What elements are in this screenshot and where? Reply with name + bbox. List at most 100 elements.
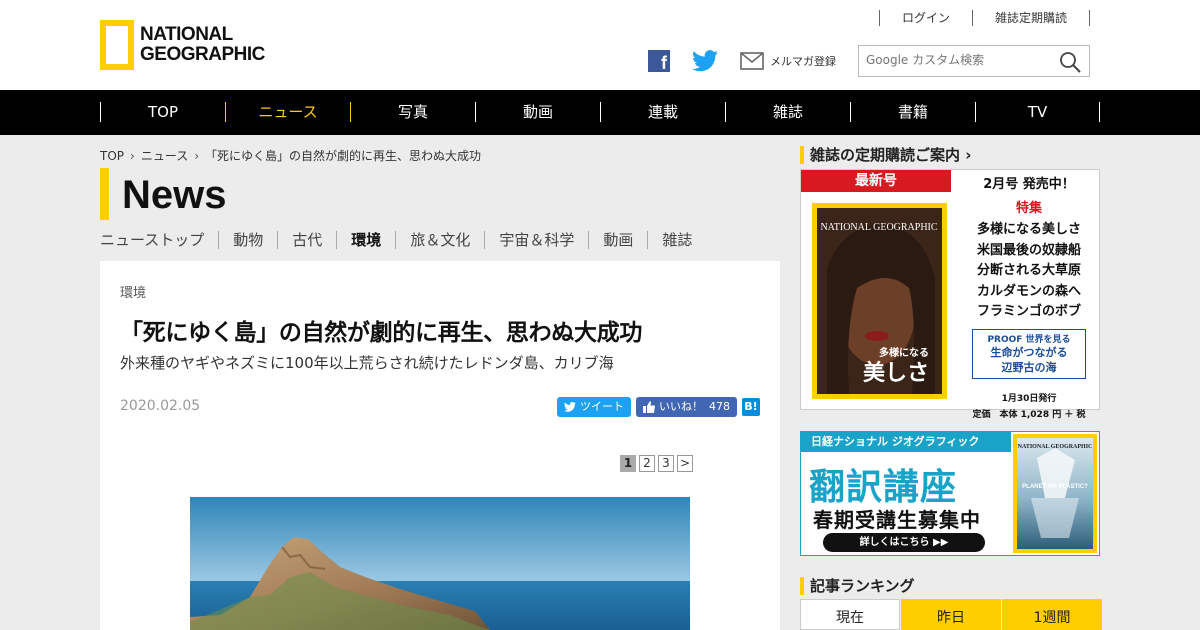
facebook-like-button[interactable]: いいね！ 478 [636,397,737,417]
story-4: カルダモンの森へ [976,283,1081,299]
subnav-travel-culture[interactable]: 旅＆文化 [395,231,484,249]
login-link[interactable]: ログイン [878,10,972,26]
search-input[interactable] [866,46,1056,74]
social-links: f メルマガ登録 [648,50,836,73]
nav-item-series[interactable]: 連載 [600,102,725,122]
translation-course-ad[interactable]: 日経ナショナル ジオグラフィック 翻訳講座 春期受講生募集中 詳しくはこちら ▶… [800,431,1100,556]
proof-line-1: PROOF 世界を見る [987,334,1071,345]
share-buttons: ツイート いいね！ 478 B! [557,397,760,417]
main-nav: TOP ニュース 写真 動画 連載 雑誌 書籍 TV [0,90,1200,135]
hatena-bookmark-button[interactable]: B! [742,398,760,416]
pagination: 1 2 3 > [617,455,693,472]
nav-item-photo[interactable]: 写真 [350,102,475,122]
subnav-news-top[interactable]: ニューストップ [100,231,218,249]
magazine-cover[interactable]: NATIONAL GEOGRAPHIC 多様になる 美しさ [812,203,947,399]
latest-issue-tag: 最新号 [801,170,951,192]
ad-details-button[interactable]: 詳しくはこちら ▶▶ [823,533,985,552]
magazine-cover-image: NATIONAL GEOGRAPHIC 多様になる 美しさ [817,208,942,394]
article-photo [190,497,690,630]
page-1[interactable]: 1 [620,455,636,472]
nav-item-magazine[interactable]: 雑誌 [725,102,850,122]
logo-frame-icon [100,20,134,70]
breadcrumb-top[interactable]: TOP [100,149,124,163]
top-links: ログイン 雑誌定期購読 [878,10,1090,26]
logo-line-1: NATIONAL [140,24,233,45]
subnav-environment[interactable]: 環境 [336,231,395,249]
issue-label: 2月号 発売中！ [983,177,1075,192]
like-count: 478 [709,400,730,413]
newsletter-label: メルマガ登録 [770,55,836,68]
twitter-icon[interactable] [692,50,718,72]
cover-portrait: NATIONAL GEOGRAPHIC 多様になる 美しさ [817,208,942,394]
chevron-right-icon: › [130,148,135,163]
mail-icon [740,52,764,70]
article-date: 2020.02.05 [120,398,201,414]
ranking-heading: 記事ランキング [800,577,915,595]
facebook-icon[interactable]: f [648,50,670,73]
story-5: フラミンゴのボブ [976,304,1081,319]
proof-box: PROOF 世界を見る 生命がつながる 辺野古の海 [972,328,1086,379]
nav-item-news[interactable]: ニュース [225,102,350,122]
logo-text: NATIONAL GEOGRAPHIC [140,25,265,65]
subnav-space-science[interactable]: 宇宙＆科学 [484,231,588,249]
section-title: News [100,168,227,220]
nat-geo-logo[interactable]: NATIONAL GEOGRAPHIC [100,20,265,70]
thumbs-up-icon [643,401,655,413]
nav-item-tv[interactable]: TV [975,102,1100,122]
subnav-video[interactable]: 動画 [588,231,647,249]
story-2: 米国最後の奴隷船 [976,242,1081,258]
logo-line-2: GEOGRAPHIC [140,44,265,65]
feature-label: 特集 [1015,201,1042,216]
subnav-magazine[interactable]: 雑誌 [647,231,706,249]
tab-current[interactable]: 現在 [800,599,900,630]
site-header: NATIONAL GEOGRAPHIC ログイン 雑誌定期購読 f メルマガ登録 [0,0,1200,90]
chevron-right-icon: › [965,146,972,164]
cover-brand: NATIONAL GEOGRAPHIC [820,222,937,233]
ad-subtitle: 春期受講生募集中 [813,508,981,532]
release-date: 1月30日発行 [1001,393,1057,404]
iceberg-bag-image: NATIONAL GEOGRAPHIC PLANET OR PLASTIC? [1018,444,1092,538]
page-next[interactable]: > [677,455,693,472]
like-label: いいね！ [659,400,703,413]
tab-week[interactable]: 1週間 [1002,599,1102,630]
magazine-promo[interactable]: 最新号 NATIONAL GEOGRAPHIC 多様になる 美しさ 2月号 発売… [800,169,1100,420]
article-deck: 外来種のヤギやネズミに100年以上荒らされ続けたレドンダ島、カリブ海 [120,354,614,372]
twitter-icon [564,402,576,412]
nav-item-books[interactable]: 書籍 [850,102,975,122]
story-3: 分断される大草原 [976,263,1081,278]
cover-title-small: 多様になる [879,346,929,359]
ad-magazine-cover: NATIONAL GEOGRAPHIC PLANET OR PLASTIC? [1013,434,1097,553]
proof-line-3: 辺野古の海 [1001,360,1057,374]
magazine-info: 2月号 発売中！ 特集 多様になる美しさ 米国最後の奴隷船 分断される大草原 カ… [958,174,1100,420]
price: 定価 本体 1,028 円 ＋ 税 [972,409,1086,420]
nav-item-video[interactable]: 動画 [475,102,600,122]
breadcrumb: TOP › ニュース › 「死にゆく島」の自然が劇的に再生、思わぬ大成功 [100,147,481,164]
ad-cover-image: NATIONAL GEOGRAPHIC PLANET OR PLASTIC? [1017,438,1093,549]
search-icon[interactable] [1059,51,1081,73]
article-card: 環境 「死にゆく島」の自然が劇的に再生、思わぬ大成功 外来種のヤギやネズミに10… [100,261,780,630]
nav-item-top[interactable]: TOP [100,102,225,122]
proof-line-2: 生命がつながる [990,345,1068,359]
subnav-animals[interactable]: 動物 [218,231,277,249]
article-category[interactable]: 環境 [120,282,146,301]
news-subnav: ニューストップ 動物 古代 環境 旅＆文化 宇宙＆科学 動画 雑誌 [100,231,706,249]
chevron-right-icon: › [194,148,200,163]
newsletter-link[interactable]: メルマガ登録 [740,52,836,70]
breadcrumb-current: 「死にゆく島」の自然が劇的に再生、思わぬ大成功 [205,149,482,163]
cover-title: 美しさ [863,360,929,386]
ad-header: 日経ナショナル ジオグラフィック [801,432,1011,452]
subnav-ancient[interactable]: 古代 [277,231,336,249]
search-box [858,45,1090,77]
page-3[interactable]: 3 [658,455,674,472]
ad-cover-text: PLANET OR PLASTIC? [1022,484,1088,490]
page-2[interactable]: 2 [639,455,655,472]
ad-title: 翻訳講座 [809,466,958,508]
tweet-label: ツイート [580,400,624,413]
story-1: 多様になる美しさ [976,222,1081,237]
tweet-button[interactable]: ツイート [557,397,631,417]
breadcrumb-news[interactable]: ニュース [141,147,188,164]
ranking-tabs: 現在 昨日 1週間 [800,599,1103,630]
subscription-link[interactable]: 雑誌定期購読 [971,10,1090,26]
subscription-heading[interactable]: 雑誌の定期購読ご案内 › [800,146,971,164]
tab-yesterday[interactable]: 昨日 [901,599,1001,630]
